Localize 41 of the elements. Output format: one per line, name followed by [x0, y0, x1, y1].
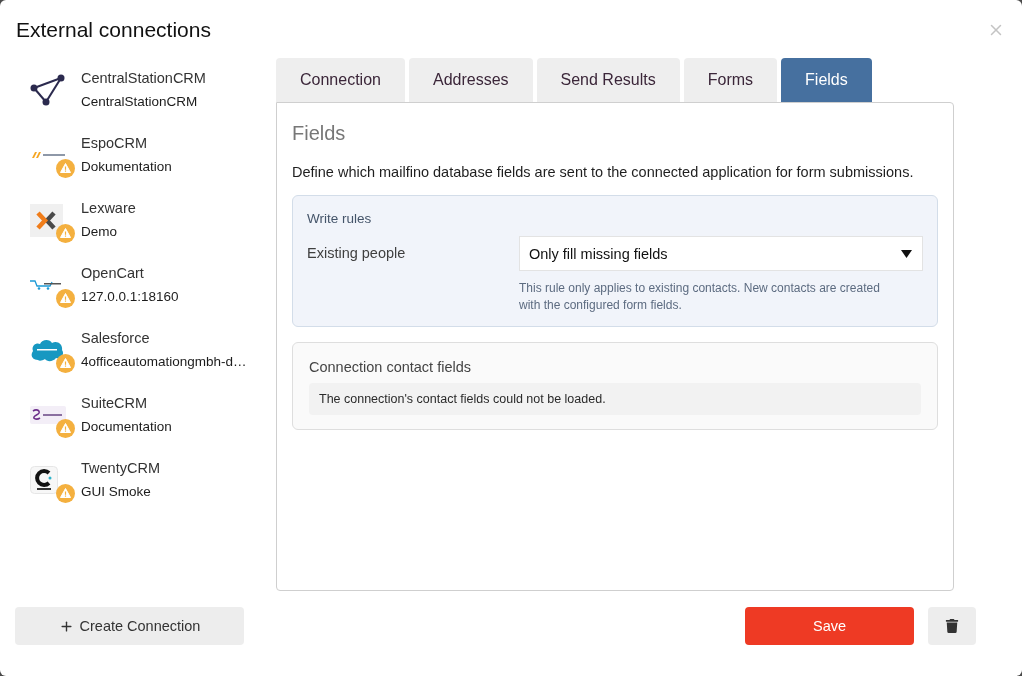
connection-detail: CentralStationCRM — [81, 93, 198, 111]
connection-detail: 127.0.0.1:18160 — [81, 288, 179, 306]
cart-logo-icon — [30, 280, 63, 290]
save-button[interactable]: Save — [745, 607, 914, 645]
card-title: Write rules — [307, 210, 372, 227]
connection-detail: GUI Smoke — [81, 483, 151, 501]
connection-detail: Demo — [81, 223, 117, 241]
connection-name[interactable]: SuiteCRM — [81, 394, 148, 412]
tab[interactable]: Send Results — [536, 58, 680, 102]
connection-name[interactable]: EspoCRM — [81, 134, 148, 152]
create-connection-button[interactable]: Create Connection — [15, 607, 244, 645]
connection-name[interactable]: OpenCart — [81, 264, 144, 282]
dialog-title: External connections — [16, 17, 211, 43]
delete-button[interactable] — [928, 607, 976, 645]
connection-name[interactable]: TwentyCRM — [81, 459, 160, 477]
tab[interactable]: Connection — [276, 58, 405, 102]
tab[interactable]: Fields — [781, 58, 872, 102]
cloud-logo-icon — [30, 338, 64, 362]
connection-detail: Dokumentation — [81, 158, 172, 176]
trash-icon — [945, 619, 959, 633]
connection-detail: 4officeautomationgmbh-d… — [81, 353, 247, 371]
x-logo-icon — [30, 203, 63, 237]
error-message: The connection's contact fields could not be loaded. — [309, 383, 921, 415]
network-logo-icon — [30, 74, 66, 106]
c-logo-icon — [30, 466, 58, 494]
connection-name[interactable]: CentralStationCRM — [81, 69, 206, 87]
select-field[interactable]: Only fill missing fields — [519, 236, 923, 271]
plus-icon — [58, 618, 74, 634]
connection-detail: Documentation — [81, 418, 172, 436]
panel-description: Define which mailfino database fields are sent to the connected application for form submissions. — [292, 163, 914, 182]
field-label: Existing people — [307, 244, 406, 263]
connection-name[interactable]: Lexware — [81, 199, 136, 217]
help-text: This rule only applies to existing contacts. New contacts are created with the configured form fields. — [519, 280, 881, 314]
connection-name[interactable]: Salesforce — [81, 329, 150, 347]
tab[interactable]: Addresses — [408, 58, 533, 102]
slash-logo-icon — [30, 152, 66, 158]
s-logo-icon — [30, 406, 66, 424]
card-title: Connection contact fields — [309, 358, 471, 376]
panel-title: Fields — [292, 121, 346, 146]
caret-icon — [901, 249, 912, 258]
tab[interactable]: Forms — [683, 58, 778, 102]
